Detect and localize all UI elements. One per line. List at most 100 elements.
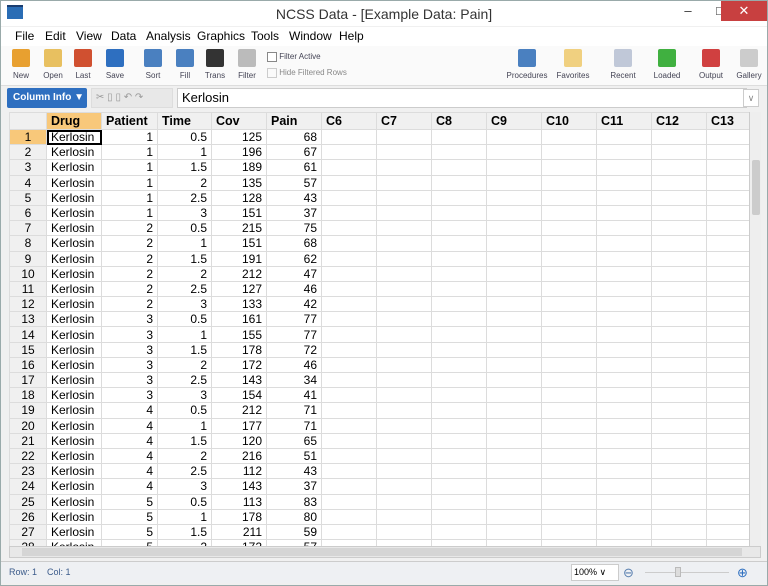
cell[interactable] bbox=[651, 432, 707, 449]
cell[interactable] bbox=[541, 493, 597, 510]
cell[interactable] bbox=[541, 128, 597, 146]
cell[interactable]: 1 bbox=[157, 417, 212, 434]
cell[interactable] bbox=[541, 371, 597, 389]
row-header[interactable]: 21 bbox=[9, 432, 47, 449]
cell[interactable] bbox=[376, 280, 432, 298]
cell[interactable] bbox=[596, 341, 652, 358]
cell[interactable] bbox=[596, 417, 652, 434]
cell[interactable] bbox=[486, 341, 542, 358]
row-header[interactable]: 3 bbox=[9, 159, 47, 176]
cell[interactable] bbox=[321, 371, 377, 389]
cell[interactable] bbox=[486, 432, 542, 449]
cell[interactable]: 5 bbox=[101, 523, 158, 541]
cell[interactable] bbox=[431, 250, 487, 267]
cell[interactable] bbox=[706, 508, 749, 525]
cell[interactable] bbox=[486, 265, 542, 282]
recent-button[interactable]: Recent bbox=[603, 49, 643, 80]
cell[interactable]: 42 bbox=[266, 296, 322, 313]
row-header[interactable]: 6 bbox=[9, 204, 47, 222]
cell[interactable] bbox=[376, 296, 432, 313]
cell[interactable] bbox=[321, 463, 377, 480]
cell[interactable]: 178 bbox=[211, 508, 267, 525]
column-header[interactable]: Patient bbox=[101, 112, 158, 130]
cell[interactable]: 1 bbox=[101, 204, 158, 222]
cell[interactable] bbox=[706, 478, 749, 495]
cell[interactable] bbox=[431, 356, 487, 374]
cell[interactable]: 151 bbox=[211, 204, 267, 222]
cell[interactable]: 34 bbox=[266, 371, 322, 389]
row-header[interactable]: 19 bbox=[9, 402, 47, 419]
menu-graphics[interactable]: Graphics bbox=[197, 29, 245, 43]
cell[interactable] bbox=[596, 220, 652, 237]
cell[interactable] bbox=[651, 447, 707, 465]
cell[interactable] bbox=[486, 463, 542, 480]
cell[interactable]: Kerlosin bbox=[46, 159, 102, 176]
cell[interactable]: Kerlosin bbox=[46, 447, 102, 465]
cell[interactable] bbox=[431, 463, 487, 480]
cell[interactable]: 3 bbox=[101, 371, 158, 389]
cell[interactable] bbox=[376, 174, 432, 191]
cell[interactable]: Kerlosin bbox=[46, 189, 102, 206]
cell[interactable]: 3 bbox=[101, 311, 158, 328]
cell[interactable] bbox=[706, 144, 749, 161]
cell[interactable]: 68 bbox=[266, 235, 322, 252]
cell[interactable] bbox=[321, 204, 377, 222]
cell[interactable]: 4 bbox=[101, 463, 158, 480]
cell[interactable]: 2.5 bbox=[157, 280, 212, 298]
cell[interactable]: 4 bbox=[101, 432, 158, 449]
cell[interactable]: 128 bbox=[211, 189, 267, 206]
column-header[interactable]: Drug bbox=[46, 112, 102, 130]
cell[interactable] bbox=[486, 478, 542, 495]
cell[interactable] bbox=[431, 235, 487, 252]
row-header[interactable]: 1 bbox=[9, 128, 47, 146]
cell[interactable] bbox=[431, 417, 487, 434]
cell[interactable]: 0.5 bbox=[157, 493, 212, 510]
cell[interactable] bbox=[596, 174, 652, 191]
zoom-select[interactable]: 100% ∨ bbox=[571, 564, 619, 581]
cell[interactable] bbox=[706, 159, 749, 176]
cell[interactable] bbox=[486, 356, 542, 374]
row-header[interactable]: 14 bbox=[9, 326, 47, 343]
cell[interactable]: 113 bbox=[211, 493, 267, 510]
cell[interactable] bbox=[321, 265, 377, 282]
cell[interactable]: 5 bbox=[101, 508, 158, 525]
cell[interactable] bbox=[486, 174, 542, 191]
cell[interactable] bbox=[376, 220, 432, 237]
row-header[interactable]: 11 bbox=[9, 280, 47, 298]
cell[interactable]: 120 bbox=[211, 432, 267, 449]
row-header[interactable]: 13 bbox=[9, 311, 47, 328]
cell[interactable] bbox=[706, 432, 749, 449]
cell[interactable] bbox=[321, 296, 377, 313]
menu-view[interactable]: View bbox=[76, 29, 102, 43]
cell[interactable] bbox=[486, 508, 542, 525]
cell[interactable] bbox=[706, 220, 749, 237]
row-header[interactable]: 2 bbox=[9, 144, 47, 161]
cell[interactable] bbox=[706, 235, 749, 252]
cell[interactable] bbox=[596, 326, 652, 343]
cell[interactable] bbox=[706, 523, 749, 541]
cell[interactable]: Kerlosin bbox=[46, 235, 102, 252]
column-header[interactable]: C9 bbox=[486, 112, 542, 130]
cell[interactable] bbox=[486, 493, 542, 510]
filter-button[interactable]: Filter bbox=[233, 49, 261, 80]
cell[interactable] bbox=[596, 402, 652, 419]
cell[interactable] bbox=[376, 341, 432, 358]
cell[interactable]: 2 bbox=[101, 296, 158, 313]
column-header[interactable]: Time bbox=[157, 112, 212, 130]
gallery-button[interactable]: Gallery bbox=[729, 49, 768, 80]
cell[interactable] bbox=[541, 235, 597, 252]
cell[interactable] bbox=[321, 189, 377, 206]
menu-edit[interactable]: Edit bbox=[45, 29, 66, 43]
cell[interactable]: 46 bbox=[266, 356, 322, 374]
cell[interactable]: 71 bbox=[266, 417, 322, 434]
cell[interactable] bbox=[596, 311, 652, 328]
cell[interactable] bbox=[321, 356, 377, 374]
cell[interactable] bbox=[431, 280, 487, 298]
cell[interactable] bbox=[706, 296, 749, 313]
cell[interactable] bbox=[541, 220, 597, 237]
cell[interactable]: 1.5 bbox=[157, 523, 212, 541]
zoom-in-icon[interactable]: ⊕ bbox=[737, 565, 748, 581]
cell[interactable] bbox=[376, 189, 432, 206]
cell[interactable]: Kerlosin bbox=[46, 523, 102, 541]
column-header[interactable]: C10 bbox=[541, 112, 597, 130]
